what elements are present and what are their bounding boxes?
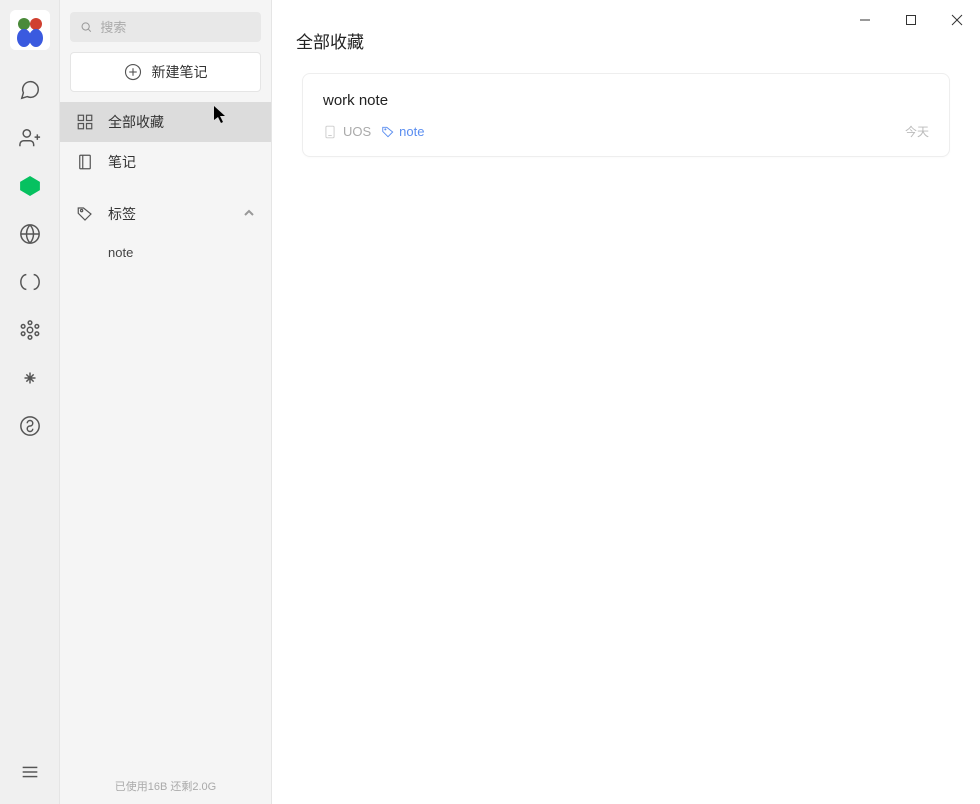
tag-item-note[interactable]: note [60,234,271,270]
notebook-icon [76,153,94,171]
note-source: UOS [323,124,371,139]
nav-notes-label: 笔记 [108,152,136,172]
window-controls [842,0,980,40]
favorites-icon[interactable] [10,166,50,206]
tag-item-label: note [108,245,133,260]
storage-text: 已使用16B 还剩2.0G [60,768,271,804]
new-note-button[interactable]: 新建笔记 [70,52,261,92]
sparkle-icon[interactable] [10,358,50,398]
minimize-button[interactable] [842,0,888,40]
note-tag[interactable]: note [381,124,424,139]
nav-notes[interactable]: 笔记 [60,142,271,182]
miniprogram-icon[interactable] [10,406,50,446]
search-icon [80,20,92,34]
maximize-button[interactable] [888,0,934,40]
nav-all-favorites[interactable]: 全部收藏 [60,102,271,142]
settings-icon[interactable] [10,310,50,350]
tag-small-icon [381,125,395,139]
close-button[interactable] [934,0,980,40]
sidebar: 新建笔记 全部收藏 笔记 标签 note 已使用16B 还剩2.0G [60,0,272,804]
new-note-label: 新建笔记 [152,62,208,82]
chevron-up-icon [243,206,255,222]
search-input[interactable] [100,20,251,35]
note-card[interactable]: work note UOS note 今天 [302,73,950,157]
discover-icon[interactable] [10,214,50,254]
nav-all-label: 全部收藏 [108,112,164,132]
tag-icon [76,205,94,223]
tags-label: 标签 [108,204,136,224]
channels-icon[interactable] [10,262,50,302]
avatar[interactable] [10,10,50,50]
plus-circle-icon [124,63,142,81]
left-rail [0,0,60,804]
tags-header[interactable]: 标签 [60,194,271,234]
chat-icon[interactable] [10,70,50,110]
note-date: 今天 [905,123,929,140]
content-area: 全部收藏 work note UOS note 今天 [272,0,980,804]
device-icon [323,125,337,139]
search-box[interactable] [70,12,261,42]
menu-icon[interactable] [10,752,50,792]
contacts-icon[interactable] [10,118,50,158]
note-card-title: work note [323,92,929,109]
grid-icon [76,113,94,131]
